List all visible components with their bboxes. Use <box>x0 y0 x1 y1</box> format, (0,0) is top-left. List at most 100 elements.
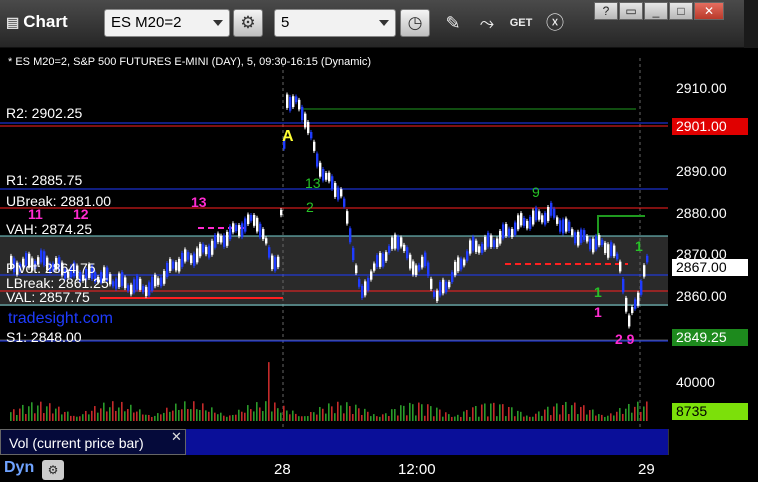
restore-button[interactable]: ▭ <box>619 2 643 20</box>
volume-bar <box>448 414 450 421</box>
price-bar <box>337 187 340 200</box>
volume-bar <box>643 406 645 421</box>
price-bar <box>643 265 646 277</box>
volume-bar <box>604 416 606 421</box>
volume-bar <box>331 406 333 421</box>
volume-bar <box>397 415 399 421</box>
volume-bar <box>88 414 90 421</box>
volume-bar <box>634 406 636 421</box>
volume-bar <box>100 408 102 421</box>
volume-bar <box>343 413 345 421</box>
volume-bar <box>178 410 180 421</box>
price-bar <box>457 257 460 272</box>
volume-bar <box>607 415 609 421</box>
volume-bar <box>160 414 162 421</box>
volume-bar <box>43 413 45 421</box>
price-bar <box>460 258 463 270</box>
help-button[interactable]: ? <box>594 2 618 20</box>
volume-bar <box>457 414 459 421</box>
price-bar <box>631 307 634 314</box>
price-bar <box>166 262 169 277</box>
volume-bar <box>355 404 357 421</box>
volume-bar <box>451 416 453 421</box>
price-bar <box>193 253 196 266</box>
price-bar <box>274 257 277 271</box>
volume-legend-close-icon[interactable]: ✕ <box>171 429 182 445</box>
price-bar <box>604 242 607 254</box>
close-chart-button[interactable]: ⓧ <box>540 9 570 37</box>
volume-bar <box>613 415 615 421</box>
volume-bar <box>316 414 318 421</box>
volume-bar <box>172 410 174 421</box>
time-button[interactable]: ◷ <box>400 9 430 37</box>
price-bar <box>271 255 274 270</box>
minimize-button[interactable]: _ <box>644 2 668 20</box>
price-bar <box>334 182 337 197</box>
volume-bar <box>610 413 612 421</box>
price-bar <box>418 264 421 271</box>
volume-bar <box>517 410 519 421</box>
volume-bar <box>190 409 192 421</box>
price-bar <box>592 238 595 253</box>
volume-bar <box>154 415 156 421</box>
marker-13-green: 13 <box>305 175 321 191</box>
chart-area[interactable]: * ES M20=2, S&P 500 FUTURES E-MINI (DAY)… <box>0 48 758 482</box>
volume-bar <box>82 414 84 421</box>
volume-bar <box>34 413 36 421</box>
price-bar <box>124 277 127 289</box>
volume-bar <box>382 414 384 421</box>
volume-bar <box>601 414 603 421</box>
chevron-down-icon <box>379 20 389 26</box>
marker-2-green: 2 <box>306 199 314 215</box>
settings-button[interactable]: ⚙ <box>233 9 263 37</box>
volume-bar <box>433 416 435 421</box>
price-bar <box>583 230 586 240</box>
marker-2-9: 2 9 <box>615 331 635 347</box>
volume-legend: Vol (current price bar) <box>0 429 186 455</box>
price-bar <box>181 252 184 267</box>
price-bar <box>589 238 592 250</box>
get-button[interactable]: GET <box>506 9 536 37</box>
app-title: ▤ Chart <box>6 12 68 32</box>
period-select[interactable]: 5 <box>274 9 396 37</box>
price-bar <box>202 244 205 253</box>
volume-panel-bar <box>186 429 668 455</box>
marker-1-green-low: 1 <box>594 284 602 300</box>
price-bar <box>385 252 388 261</box>
symbol-select[interactable]: ES M20=2 <box>104 9 230 37</box>
volume-bar <box>199 409 201 421</box>
indicators-button[interactable]: ⤳ <box>472 9 502 37</box>
volume-bar <box>286 410 288 421</box>
price-bar <box>142 286 145 293</box>
price-bar <box>463 259 466 266</box>
price-bar <box>175 262 178 271</box>
volume-bar <box>379 416 381 421</box>
volume-bar <box>241 411 243 421</box>
dyn-settings-icon[interactable]: ⚙ <box>42 460 64 480</box>
marker-a: A <box>282 128 294 145</box>
price-bar <box>367 278 370 291</box>
volume-bar <box>490 403 492 421</box>
volume-bar <box>364 408 366 421</box>
close-window-button[interactable]: ✕ <box>694 2 724 20</box>
volume-bar <box>250 409 252 421</box>
price-bar <box>121 272 124 286</box>
price-bar <box>250 215 253 221</box>
volume-bar <box>247 405 249 421</box>
price-bar <box>559 220 562 232</box>
volume-bar <box>505 416 507 421</box>
volume-bar <box>535 413 537 421</box>
maximize-button[interactable]: □ <box>669 2 693 20</box>
price-bar <box>373 263 376 271</box>
price-bar <box>220 235 223 243</box>
dyn-label[interactable]: Dyn <box>4 459 34 477</box>
volume-bar <box>58 406 60 421</box>
volume-bar <box>109 407 111 421</box>
volume-bar <box>532 416 534 421</box>
volume-bar <box>298 416 300 421</box>
price-bar <box>577 231 580 246</box>
volume-bar <box>577 414 579 421</box>
close-icon: ✕ <box>703 4 715 18</box>
price-bar <box>244 218 247 232</box>
draw-button[interactable]: ✎ <box>438 9 468 37</box>
